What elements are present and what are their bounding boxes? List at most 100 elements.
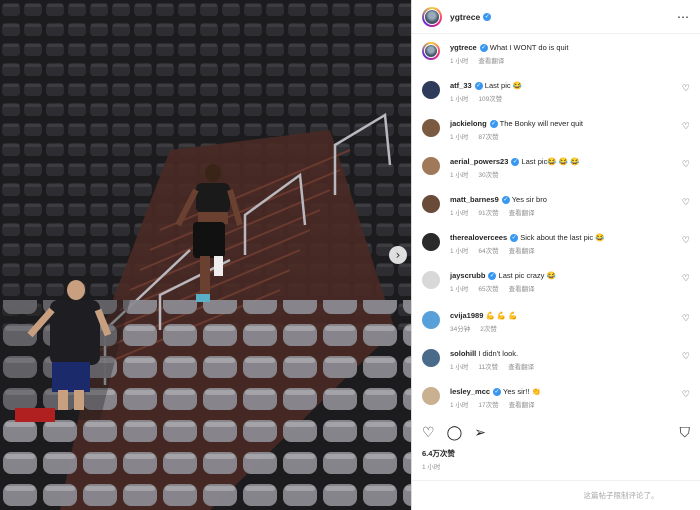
comment-text: 💪 💪 💪 [485, 311, 518, 320]
comment-time: 1 小时 [450, 286, 469, 293]
translate-link[interactable]: 查看翻译 [509, 402, 535, 409]
commenter-avatar[interactable] [422, 233, 440, 251]
author-avatar[interactable] [422, 6, 442, 27]
verified-badge-icon: ✓ [501, 196, 510, 205]
comment-like-heart-icon[interactable]: ♡ [682, 236, 690, 246]
comment-time: 1 小时 [450, 96, 469, 103]
comment-body: lesley_mcc ✓ Yes sir!! 👏 1 小时 17次赞 查看翻译 [450, 386, 690, 409]
comment-icon[interactable]: ◯ [447, 425, 463, 441]
commenter-username[interactable]: jayscrubb [450, 271, 485, 280]
author-avatar[interactable] [422, 42, 440, 60]
commenter-username[interactable]: aerial_powers23 [450, 157, 508, 166]
comments-limited-notice: 这篇帖子限制评论了。 [583, 491, 659, 500]
commenter-username[interactable]: therealovercees [450, 233, 507, 242]
like-count[interactable]: 6.4万次赞 [422, 448, 455, 459]
post-time: 1 小时 [422, 464, 441, 471]
translate-link[interactable]: 查看翻译 [508, 364, 534, 371]
comment-like-heart-icon[interactable]: ♡ [682, 160, 690, 170]
comment-time: 1 小时 [450, 210, 469, 217]
verified-badge-icon: ✓ [493, 388, 502, 397]
comment-text: Last pic😂 😂 😂 [521, 157, 580, 166]
share-icon[interactable]: ➢ [474, 425, 486, 441]
verified-badge-icon: ✓ [511, 158, 520, 167]
comment-like-count[interactable]: 2次赞 [480, 326, 497, 333]
commenter-username[interactable]: matt_barnes9 [450, 195, 499, 204]
commenter-avatar[interactable] [422, 387, 440, 405]
comment-like-count[interactable]: 17次赞 [478, 402, 498, 409]
more-options-icon[interactable]: ⋯ [677, 10, 690, 24]
comment-time: 1 小时 [450, 364, 469, 371]
commenter-avatar[interactable] [422, 349, 440, 367]
caption-row: ygtrece ✓ What I WONT do is quit 1 小时 查看翻译 [422, 42, 690, 65]
verified-badge-icon: ✓ [489, 120, 498, 129]
next-photo-button[interactable]: › [389, 246, 407, 264]
comment-time: 1 小时 [450, 248, 469, 255]
translate-link[interactable]: 查看翻译 [478, 58, 504, 65]
caption-time: 1 小时 [450, 58, 469, 65]
comment-like-heart-icon[interactable]: ♡ [682, 314, 690, 324]
commenter-username[interactable]: cvija1989 [450, 311, 483, 320]
comment-row: cvija1989 💪 💪 💪 34分钟 2次赞 ♡ [422, 310, 690, 333]
comment-like-count[interactable]: 30次赞 [478, 172, 498, 179]
comment-body: therealovercees ✓ Sick about the last pic… [450, 232, 690, 255]
comment-time: 34分钟 [450, 326, 471, 333]
commenter-username[interactable]: atf_33 [450, 81, 472, 90]
comment-row: jackielong ✓ The Bonky will never quit 1 小… [422, 118, 690, 141]
commenter-username[interactable]: solohill [450, 349, 476, 358]
commenter-avatar[interactable] [422, 157, 440, 175]
comment-like-count[interactable]: 65次赞 [478, 286, 498, 293]
post-photo[interactable]: › [0, 0, 411, 510]
comment-like-count[interactable]: 91次赞 [478, 210, 498, 217]
comment-like-heart-icon[interactable]: ♡ [682, 274, 690, 284]
comment-text: Last pic crazy 😂 [498, 271, 556, 280]
save-bookmark-icon[interactable]: ⛉ [680, 425, 691, 441]
comment-like-count[interactable]: 64次赞 [478, 248, 498, 255]
arena-stairs-photo [0, 0, 411, 510]
comment-row: jayscrubb ✓ Last pic crazy 😂 1 小时 65次赞 查看翻译 ♡ [422, 270, 690, 293]
commenter-username[interactable]: lesley_mcc [450, 387, 490, 396]
comments-footer: 这篇帖子限制评论了。 [412, 480, 700, 510]
comment-text: Yes sir bro [511, 195, 547, 204]
comment-time: 1 小时 [450, 172, 469, 179]
translate-link[interactable]: 查看翻译 [509, 210, 535, 217]
translate-link[interactable]: 查看翻译 [509, 286, 535, 293]
comment-like-heart-icon[interactable]: ♡ [682, 84, 690, 94]
comment-row: atf_33 ✓ Last pic 😂 1 小时 109次赞 ♡ [422, 80, 690, 103]
comment-body: jayscrubb ✓ Last pic crazy 😂 1 小时 65次赞 查看翻译 [450, 270, 690, 293]
comment-body: aerial_powers23 ✓ Last pic😂 😂 😂 1 小时 30次赞 [450, 156, 690, 179]
commenter-avatar[interactable] [422, 271, 440, 289]
like-heart-icon[interactable]: ♡ [422, 425, 435, 441]
translate-link[interactable]: 查看翻译 [509, 248, 535, 255]
comment-like-count[interactable]: 109次赞 [478, 96, 502, 103]
verified-badge-icon: ✓ [474, 82, 483, 91]
comments-list[interactable]: ygtrece ✓ What I WONT do is quit 1 小时 查看翻译… [412, 34, 700, 420]
comment-text: Sick about the last pic 😂 [520, 233, 605, 242]
author-username[interactable]: ygtrece ✓ [450, 12, 492, 22]
comment-like-heart-icon[interactable]: ♡ [682, 390, 690, 400]
comment-row: lesley_mcc ✓ Yes sir!! 👏 1 小时 17次赞 查看翻译 ♡ [422, 386, 690, 409]
verified-badge-icon: ✓ [483, 13, 492, 22]
caption-username[interactable]: ygtrece [450, 43, 477, 52]
comment-like-heart-icon[interactable]: ♡ [682, 198, 690, 208]
comment-row: matt_barnes9 ✓ Yes sir bro 1 小时 91次赞 查看翻译 ♡ [422, 194, 690, 217]
commenter-avatar[interactable] [422, 119, 440, 137]
comment-body: atf_33 ✓ Last pic 😂 1 小时 109次赞 [450, 80, 690, 103]
commenter-username[interactable]: jackielong [450, 119, 487, 128]
comment-like-count[interactable]: 11次赞 [478, 364, 498, 371]
commenter-avatar[interactable] [422, 195, 440, 213]
comment-body: solohill I didn't look. 1 小时 11次赞 查看翻译 [450, 348, 690, 371]
comment-row: therealovercees ✓ Sick about the last pic… [422, 232, 690, 255]
post-header: ygtrece ✓ ⋯ [412, 0, 700, 34]
comment-like-count[interactable]: 87次赞 [478, 134, 498, 141]
post-actions: ♡ ◯ ➢ ⛉ [422, 422, 690, 444]
commenter-avatar[interactable] [422, 81, 440, 99]
post-side-panel: ygtrece ✓ ⋯ ygtrece ✓ What I WONT do is qu… [411, 0, 700, 510]
comment-like-heart-icon[interactable]: ♡ [682, 122, 690, 132]
comment-like-heart-icon[interactable]: ♡ [682, 352, 690, 362]
comment-text: Yes sir!! 👏 [503, 387, 541, 396]
comment-body: cvija1989 💪 💪 💪 34分钟 2次赞 [450, 310, 690, 333]
verified-badge-icon: ✓ [510, 234, 519, 243]
comment-text: Last pic 😂 [484, 81, 523, 90]
comment-text: The Bonky will never quit [499, 119, 584, 128]
commenter-avatar[interactable] [422, 311, 440, 329]
